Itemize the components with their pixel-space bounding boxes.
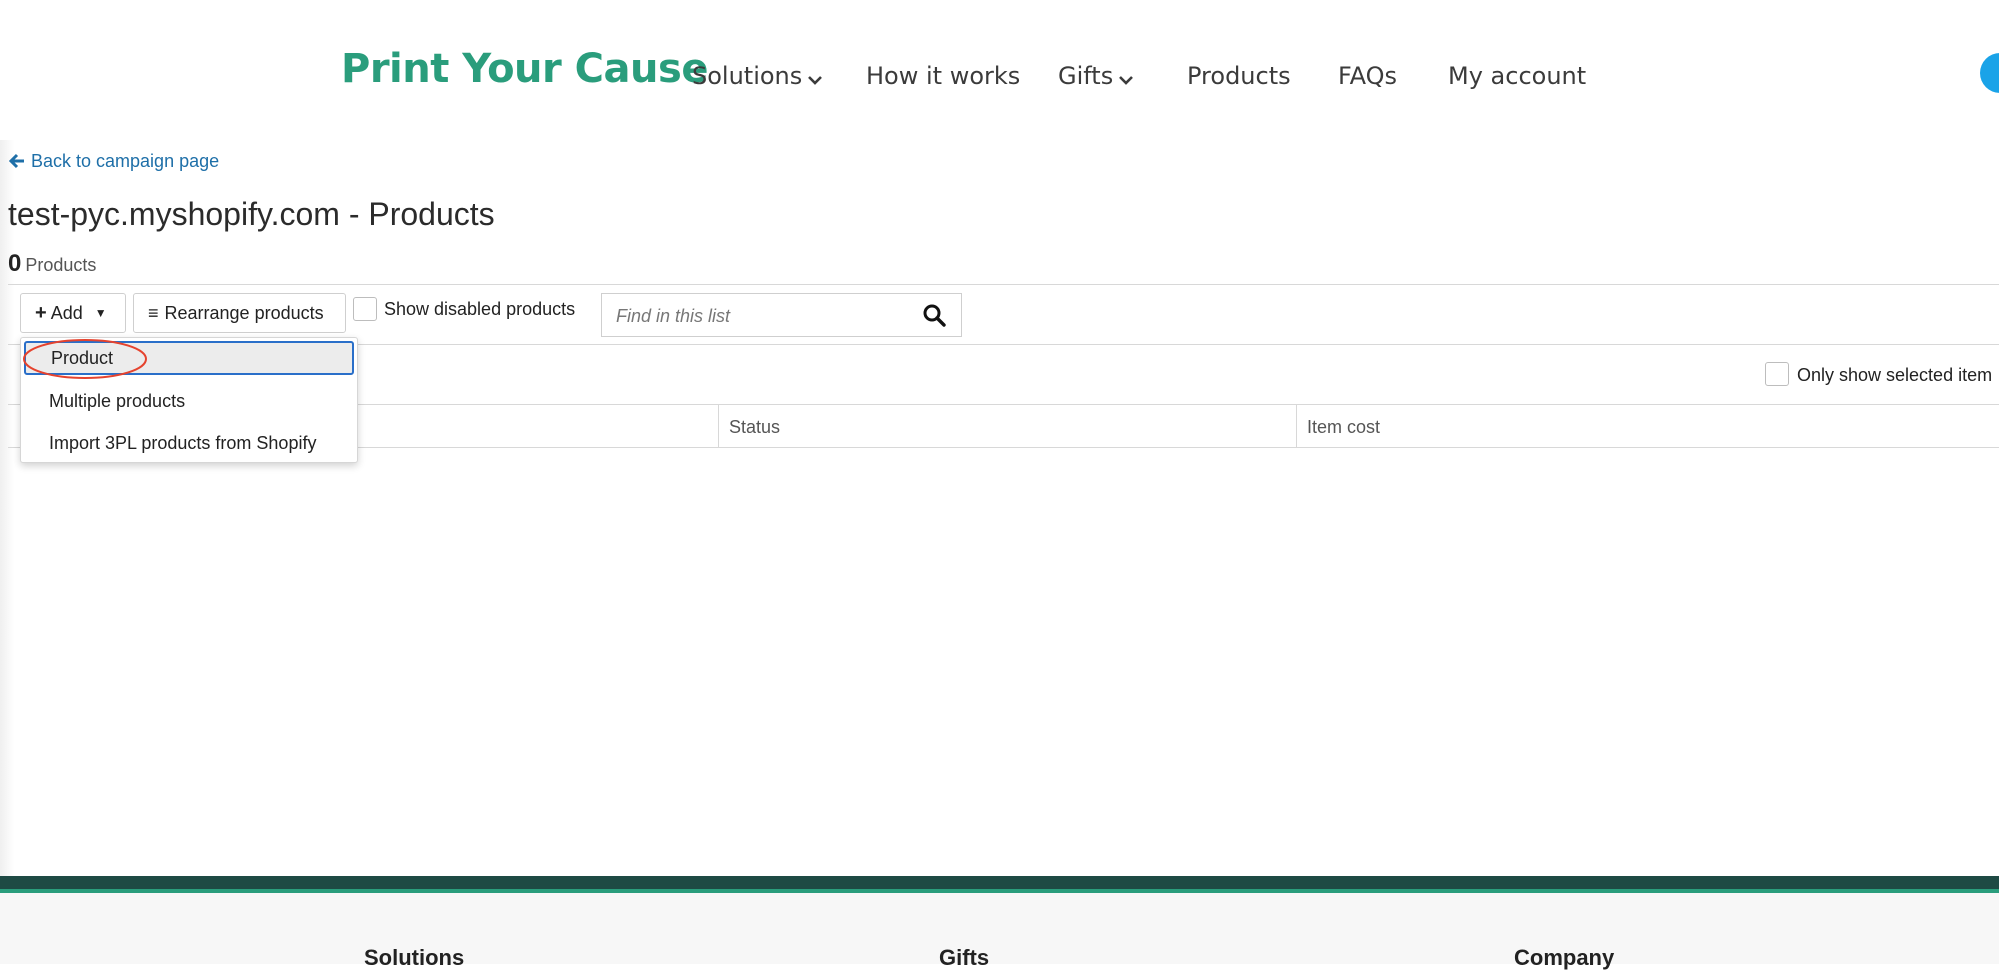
- nav-item-label: How it works: [866, 62, 1021, 90]
- footer: [0, 893, 1999, 964]
- product-count-value: 0: [8, 250, 22, 277]
- arrow-left-icon: [8, 153, 25, 174]
- caret-down-icon: ▼: [94, 306, 107, 320]
- nav-item-label: Products: [1187, 62, 1291, 90]
- only-show-selected-label[interactable]: Only show selected item: [1797, 365, 1992, 386]
- main-nav: Solutions How it works Gifts Products FA…: [0, 62, 1999, 102]
- show-disabled-checkbox[interactable]: [353, 297, 377, 321]
- column-header-status[interactable]: Status: [729, 417, 780, 438]
- footer-heading-company: Company: [1514, 945, 1615, 970]
- menu-item-multiple-products[interactable]: Multiple products: [21, 384, 357, 418]
- add-button-label: Add: [50, 302, 83, 323]
- nav-item-label: Gifts: [1058, 62, 1114, 90]
- add-dropdown-menu: Product Multiple products Import 3PL pro…: [20, 337, 358, 463]
- rearrange-products-button[interactable]: ≡ Rearrange products: [133, 293, 346, 333]
- nav-item-how-it-works[interactable]: How it works: [866, 62, 1020, 90]
- rearrange-button-label: Rearrange products: [164, 302, 324, 323]
- column-divider: [718, 404, 719, 447]
- chevron-down-icon: [1119, 63, 1134, 91]
- nav-item-faqs[interactable]: FAQs: [1338, 62, 1397, 90]
- bars-icon: ≡: [148, 302, 159, 323]
- menu-item-import-3pl[interactable]: Import 3PL products from Shopify: [21, 426, 357, 460]
- page-title: test-pyc.myshopify.com - Products: [8, 196, 495, 232]
- column-header-item-cost[interactable]: Item cost: [1307, 417, 1380, 438]
- footer-band: [0, 876, 1999, 889]
- nav-item-label: FAQs: [1338, 62, 1397, 90]
- only-show-selected-checkbox[interactable]: [1765, 362, 1789, 386]
- footer-heading-solutions: Solutions: [364, 945, 465, 970]
- footer-heading-gifts: Gifts: [939, 945, 990, 970]
- nav-item-gifts[interactable]: Gifts: [1058, 62, 1134, 91]
- divider: [8, 284, 1999, 285]
- nav-item-products[interactable]: Products: [1187, 62, 1291, 90]
- add-button[interactable]: + Add ▼: [20, 293, 126, 333]
- nav-item-solutions[interactable]: Solutions: [692, 62, 823, 91]
- search-box: [601, 293, 962, 338]
- back-to-campaign-link[interactable]: Back to campaign page: [8, 151, 220, 174]
- show-disabled-label[interactable]: Show disabled products: [384, 299, 575, 320]
- column-divider: [1296, 404, 1297, 447]
- nav-item-my-account[interactable]: My account: [1448, 62, 1586, 90]
- chevron-down-icon: [808, 63, 823, 91]
- nav-item-label: Solutions: [692, 62, 803, 90]
- product-count-label: Products: [25, 255, 97, 275]
- plus-icon: +: [35, 301, 47, 324]
- menu-item-product[interactable]: Product: [24, 341, 354, 375]
- back-link-label: Back to campaign page: [31, 151, 220, 171]
- product-count: 0 Products: [8, 250, 96, 278]
- search-input[interactable]: [614, 294, 918, 338]
- nav-item-label: My account: [1448, 62, 1587, 90]
- search-icon[interactable]: [922, 303, 946, 327]
